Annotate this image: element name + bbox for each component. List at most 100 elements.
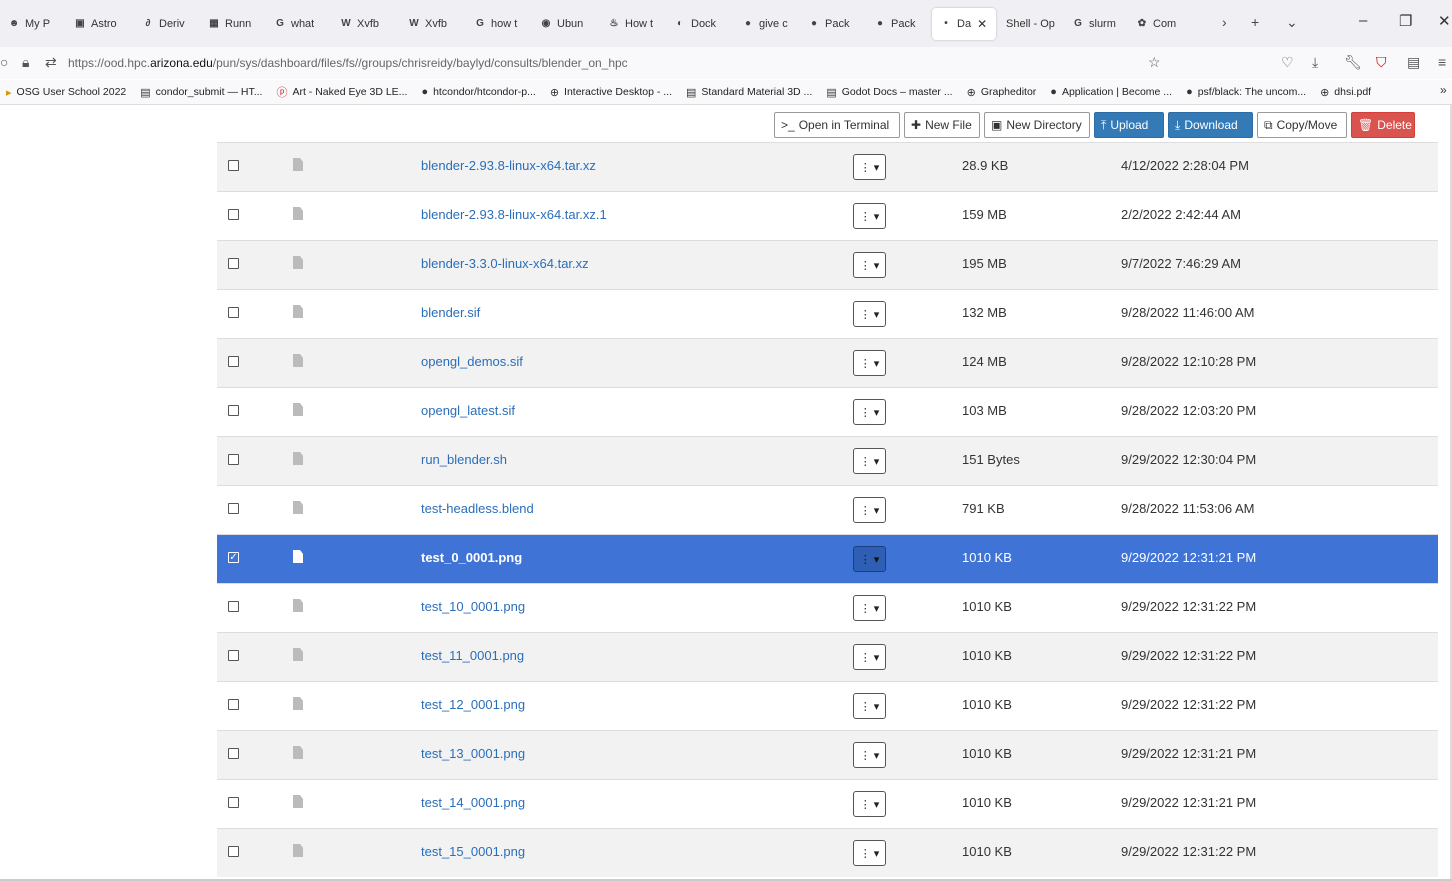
- row-actions-dropdown[interactable]: ⋮ ▾: [853, 497, 886, 523]
- bookmark-item[interactable]: ● htcondor/htcondor-p...: [415, 86, 543, 98]
- file-row[interactable]: test_15_0001.png ⋮ ▾ 1010 KB 9/29/2022 12:3…: [217, 828, 1438, 877]
- file-name-link[interactable]: test_11_0001.png: [421, 648, 524, 663]
- file-row[interactable]: test_14_0001.png ⋮ ▾ 1010 KB 9/29/2022 12:3…: [217, 779, 1438, 828]
- file-name-link[interactable]: blender-2.93.8-linux-x64.tar.xz: [421, 158, 596, 173]
- bookmark-item[interactable]: ⊕ Interactive Desktop - ...: [544, 86, 680, 99]
- close-tab-icon[interactable]: ✕: [977, 17, 987, 31]
- bookmarks-overflow-icon[interactable]: »: [1440, 83, 1447, 97]
- restore-icon[interactable]: ❐: [1399, 12, 1412, 30]
- new-file-button[interactable]: ✚ New File: [904, 112, 980, 138]
- row-actions-dropdown[interactable]: ⋮ ▾: [853, 203, 886, 229]
- file-name-link[interactable]: opengl_demos.sif: [421, 354, 523, 369]
- row-actions-dropdown[interactable]: ⋮ ▾: [853, 399, 886, 425]
- browser-tab[interactable]: Ghow t: [466, 8, 530, 40]
- bookmark-item[interactable]: ● Application | Become ...: [1044, 86, 1180, 98]
- row-actions-dropdown[interactable]: ⋮ ▾: [853, 644, 886, 670]
- close-window-icon[interactable]: ✕: [1438, 12, 1451, 30]
- file-row[interactable]: blender.sif ⋮ ▾ 132 MB 9/28/2022 11:46:00 A…: [217, 289, 1438, 338]
- row-actions-dropdown[interactable]: ⋮ ▾: [853, 791, 886, 817]
- row-actions-dropdown[interactable]: ⋮ ▾: [853, 154, 886, 180]
- row-actions-dropdown[interactable]: ⋮ ▾: [853, 350, 886, 376]
- bookmark-item[interactable]: ▸ OSG User School 2022: [0, 86, 134, 99]
- file-name-link[interactable]: test_13_0001.png: [421, 746, 525, 761]
- file-row[interactable]: test_11_0001.png ⋮ ▾ 1010 KB 9/29/2022 12:3…: [217, 632, 1438, 681]
- browser-tab[interactable]: Shell - Op: [998, 8, 1062, 40]
- ublock-icon[interactable]: ⛉: [1376, 54, 1387, 71]
- row-checkbox[interactable]: [228, 650, 239, 661]
- row-actions-dropdown[interactable]: ⋮ ▾: [853, 693, 886, 719]
- file-row[interactable]: blender-3.3.0-linux-x64.tar.xz ⋮ ▾ 195 MB 9…: [217, 240, 1438, 289]
- row-checkbox[interactable]: [228, 601, 239, 612]
- file-row[interactable]: test_10_0001.png ⋮ ▾ 1010 KB 9/29/2022 12:3…: [217, 583, 1438, 632]
- row-checkbox[interactable]: [228, 356, 239, 367]
- browser-tab[interactable]: Gwhat: [266, 8, 330, 40]
- file-name-link[interactable]: blender-3.3.0-linux-x64.tar.xz: [421, 256, 589, 271]
- row-actions-dropdown[interactable]: ⋮ ▾: [853, 742, 886, 768]
- row-checkbox[interactable]: [228, 405, 239, 416]
- row-actions-dropdown[interactable]: ⋮ ▾: [853, 301, 886, 327]
- hamburger-menu-icon[interactable]: ≡: [1438, 54, 1446, 70]
- bookmark-item[interactable]: ▤ condor_submit — HT...: [134, 86, 270, 99]
- file-name-link[interactable]: test_10_0001.png: [421, 599, 525, 614]
- browser-tab[interactable]: ◐ Dock: [666, 8, 732, 40]
- lock-icon[interactable]: 🔒︎: [22, 54, 29, 71]
- bookmark-item[interactable]: ▤ Godot Docs – master ...: [820, 86, 960, 99]
- row-checkbox[interactable]: [228, 846, 239, 857]
- minimize-icon[interactable]: –: [1359, 12, 1367, 29]
- file-name-link[interactable]: opengl_latest.sif: [421, 403, 515, 418]
- file-row[interactable]: ✓ test_0_0001.png ⋮ ▾ 1010 KB 9/29/2022 12:3…: [217, 534, 1438, 583]
- browser-tab[interactable]: ▦ Runn: [200, 8, 264, 40]
- browser-tab[interactable]: Gslurm: [1064, 8, 1126, 40]
- row-actions-dropdown[interactable]: ⋮ ▾: [853, 448, 886, 474]
- row-checkbox[interactable]: ✓: [228, 552, 239, 563]
- file-name-link[interactable]: blender.sif: [421, 305, 480, 320]
- browser-tab[interactable]: ✿ Com: [1128, 8, 1198, 40]
- row-checkbox[interactable]: [228, 454, 239, 465]
- bookmark-item[interactable]: ● psf/black: The uncom...: [1180, 86, 1314, 98]
- new-directory-button[interactable]: ▣ New Directory: [984, 112, 1090, 138]
- row-actions-dropdown[interactable]: ⋮ ▾: [853, 840, 886, 866]
- file-name-link[interactable]: test_15_0001.png: [421, 844, 525, 859]
- file-row[interactable]: opengl_latest.sif ⋮ ▾ 103 MB 9/28/2022 12:0…: [217, 387, 1438, 436]
- browser-tab[interactable]: • Da ✕: [932, 7, 996, 40]
- browser-tab[interactable]: ∂ Deriv: [134, 8, 198, 40]
- file-row[interactable]: blender-2.93.8-linux-x64.tar.xz ⋮ ▾ 28.9 K…: [217, 142, 1438, 191]
- upload-button[interactable]: ⤒ Upload: [1094, 112, 1164, 138]
- bookmark-item[interactable]: ⊕ Grapheditor: [961, 86, 1045, 99]
- permissions-icon[interactable]: ⇄: [45, 54, 57, 71]
- file-name-link[interactable]: test_14_0001.png: [421, 795, 525, 810]
- browser-tab[interactable]: ▣ Astro: [66, 8, 132, 40]
- file-row[interactable]: blender-2.93.8-linux-x64.tar.xz.1 ⋮ ▾ 159 …: [217, 191, 1438, 240]
- browser-tab[interactable]: W Xvfb: [400, 8, 464, 40]
- row-checkbox[interactable]: [228, 699, 239, 710]
- reader-icon[interactable]: ▤: [1407, 54, 1420, 71]
- bookmark-item[interactable]: ▤ Standard Material 3D ...: [680, 86, 820, 99]
- row-actions-dropdown[interactable]: ⋮ ▾: [853, 595, 886, 621]
- bookmark-item[interactable]: ⓟ Art - Naked Eye 3D LE...: [270, 84, 415, 100]
- file-row[interactable]: opengl_demos.sif ⋮ ▾ 124 MB 9/28/2022 12:10…: [217, 338, 1438, 387]
- browser-tab[interactable]: ● Pack: [800, 8, 864, 40]
- new-tab-icon[interactable]: +: [1251, 14, 1259, 30]
- copy-move-button[interactable]: ⧉ Copy/Move: [1257, 112, 1347, 138]
- row-checkbox[interactable]: [228, 797, 239, 808]
- row-actions-dropdown[interactable]: ⋮ ▾: [853, 252, 886, 278]
- file-row[interactable]: test_13_0001.png ⋮ ▾ 1010 KB 9/29/2022 12:3…: [217, 730, 1438, 779]
- file-name-link[interactable]: test_0_0001.png: [421, 550, 522, 565]
- file-name-link[interactable]: run_blender.sh: [421, 452, 507, 467]
- bookmark-star-icon[interactable]: ☆: [1148, 54, 1161, 71]
- browser-tab[interactable]: ◉ Ubun: [532, 8, 598, 40]
- file-row[interactable]: run_blender.sh ⋮ ▾ 151 Bytes 9/29/2022 12:3…: [217, 436, 1438, 485]
- row-checkbox[interactable]: [228, 748, 239, 759]
- url-bar[interactable]: https://ood.hpc.arizona.edu/pun/sys/dash…: [68, 56, 628, 70]
- row-checkbox[interactable]: [228, 258, 239, 269]
- bookmark-item[interactable]: ⊕ dhsi.pdf: [1314, 86, 1379, 99]
- browser-tab[interactable]: ☻ My P: [0, 8, 64, 40]
- extension-wrench-icon[interactable]: 🔧︎: [1344, 54, 1362, 71]
- row-checkbox[interactable]: [228, 209, 239, 220]
- browser-tab[interactable]: ● Pack: [866, 8, 930, 40]
- row-checkbox[interactable]: [228, 503, 239, 514]
- file-row[interactable]: test-headless.blend ⋮ ▾ 791 KB 9/28/2022 11…: [217, 485, 1438, 534]
- row-checkbox[interactable]: [228, 160, 239, 171]
- row-actions-dropdown[interactable]: ⋮ ▾: [853, 546, 886, 572]
- pocket-icon[interactable]: ♡: [1281, 54, 1294, 71]
